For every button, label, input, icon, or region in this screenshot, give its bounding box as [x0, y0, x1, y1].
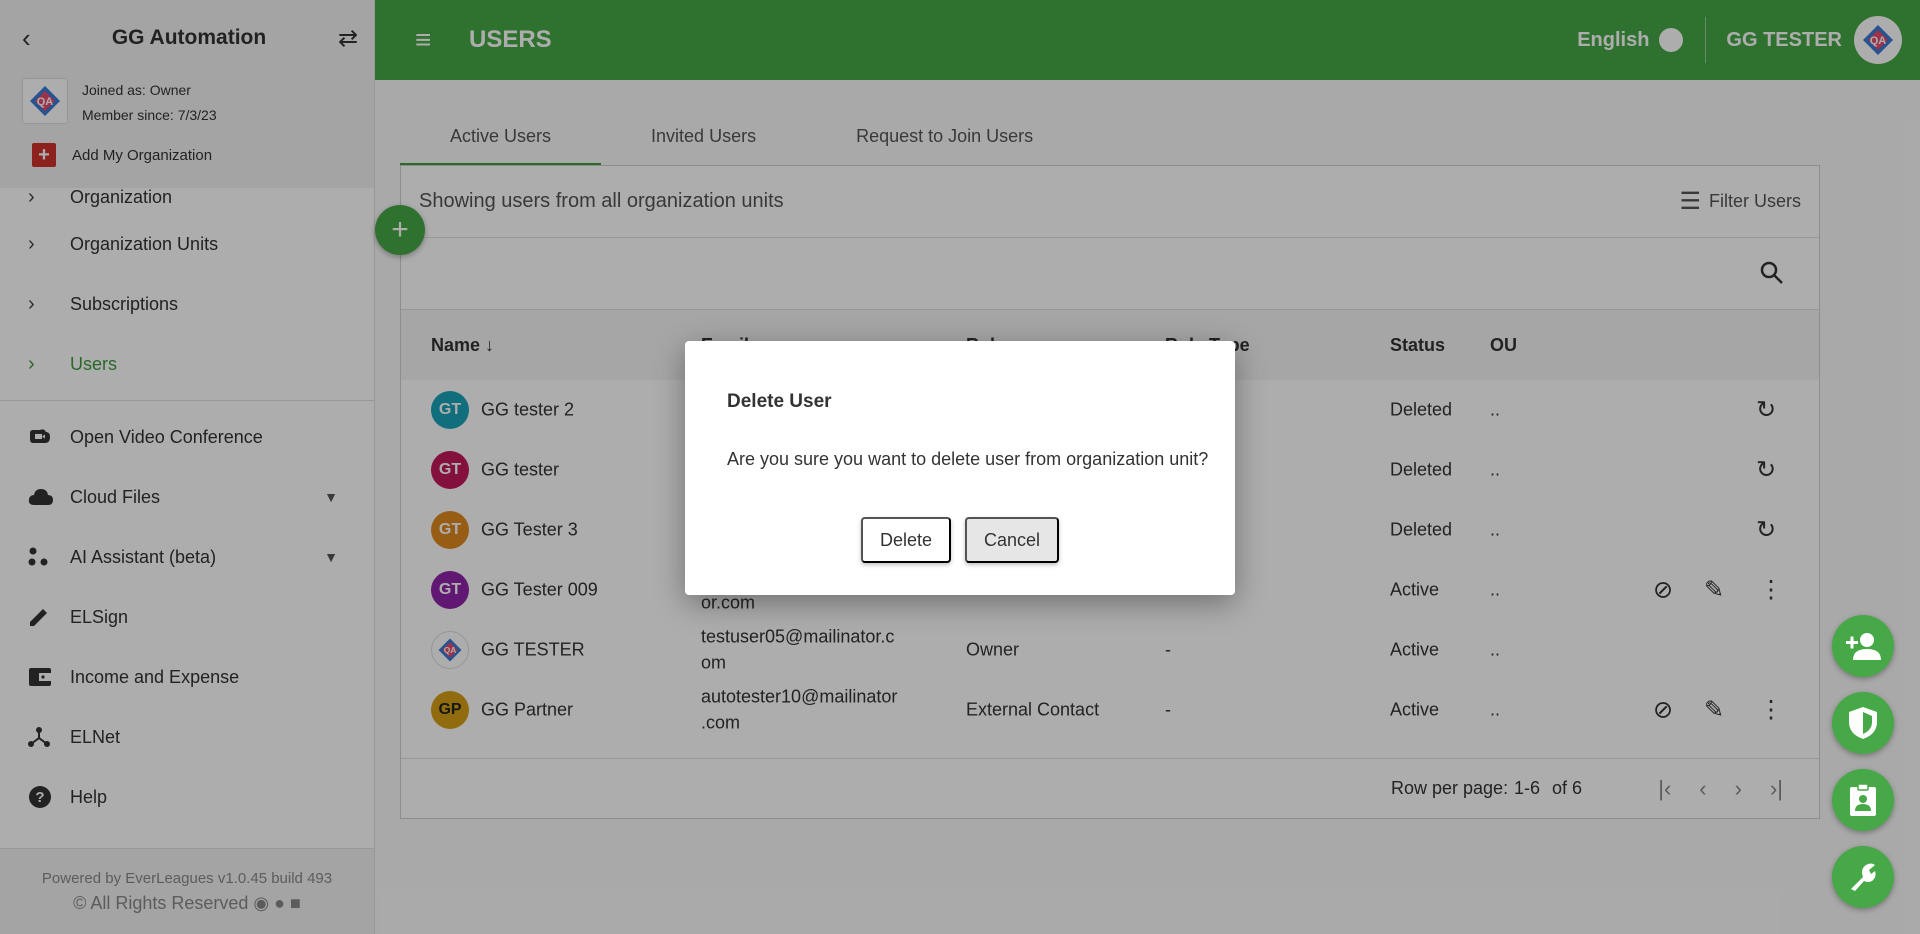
floating-actions: [1832, 615, 1894, 908]
dialog-title: Delete User: [727, 391, 832, 412]
clipboard-fab[interactable]: [1832, 769, 1894, 831]
cancel-button[interactable]: Cancel: [965, 517, 1059, 563]
wrench-icon: [1851, 863, 1876, 891]
delete-user-dialog: Delete User Are you sure you want to del…: [685, 341, 1235, 595]
tools-fab[interactable]: [1832, 846, 1894, 908]
person-add-icon: [1846, 633, 1881, 660]
dialog-message: Are you sure you want to delete user fro…: [727, 449, 1209, 469]
add-person-fab[interactable]: [1832, 615, 1894, 677]
delete-button[interactable]: Delete: [861, 517, 951, 563]
security-fab[interactable]: [1832, 692, 1894, 754]
shield-icon: [1849, 707, 1877, 739]
clipboard-user-icon: [1850, 783, 1876, 816]
